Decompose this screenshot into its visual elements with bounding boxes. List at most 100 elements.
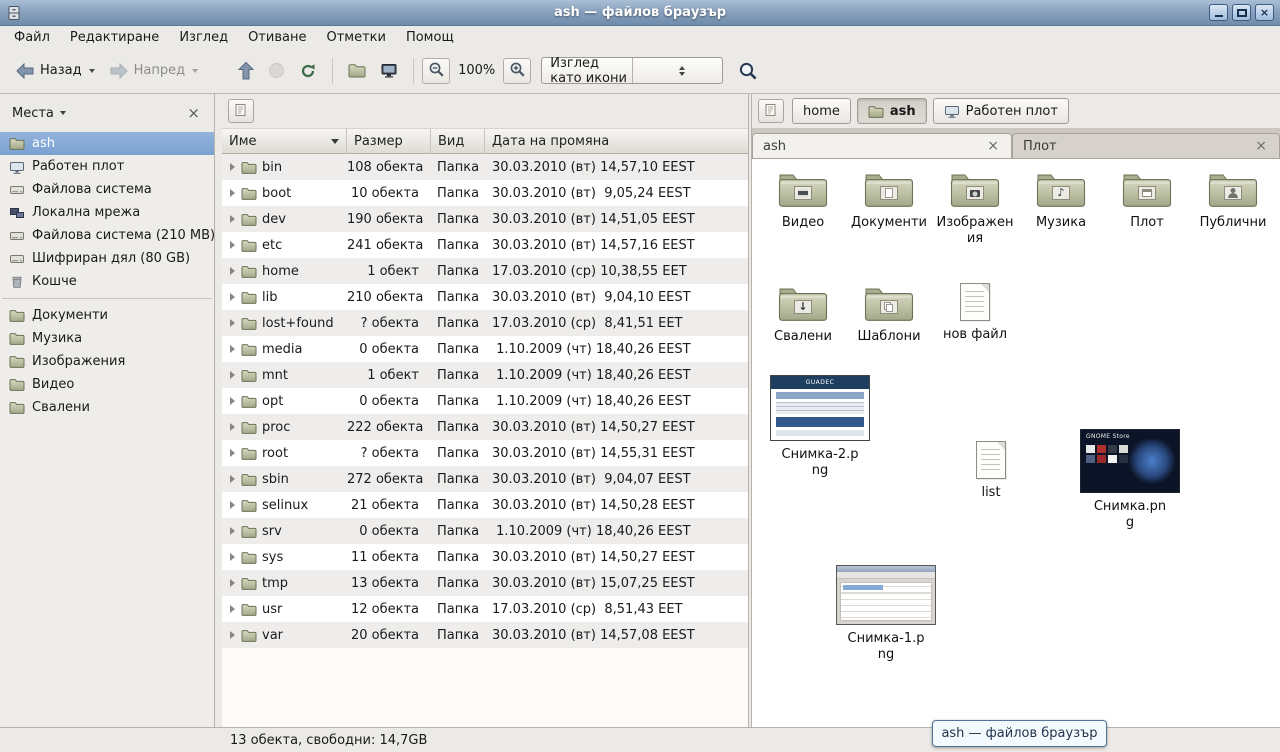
sidebar-item-images[interactable]: Изображения xyxy=(0,350,214,373)
pathbar-button-desktop[interactable]: Работен плот xyxy=(933,98,1069,124)
sidebar-item-home-ash[interactable]: ash xyxy=(0,132,214,155)
list-row-usr[interactable]: usr12 обектаПапка17.03.2010 (ср) 8,51,43… xyxy=(222,596,748,622)
list-row-sys[interactable]: sys11 обектаПапка30.03.2010 (вт) 14,50,2… xyxy=(222,544,748,570)
sidebar-item-filesystem[interactable]: Файлова система xyxy=(0,178,214,201)
list-row-media[interactable]: media0 обектаПапка 1.10.2009 (чт) 18,40,… xyxy=(222,336,748,362)
icon-item-music[interactable]: Музика xyxy=(1018,169,1104,248)
stop-button[interactable] xyxy=(261,57,292,84)
back-button[interactable]: Назад xyxy=(8,58,102,84)
menu-item-bookmarks[interactable]: Отметки xyxy=(316,27,395,48)
list-row-mnt[interactable]: mnt1 обектПапка 1.10.2009 (чт) 18,40,26 … xyxy=(222,362,748,388)
menu-item-go[interactable]: Отиване xyxy=(238,27,316,48)
list-row-opt[interactable]: opt0 обектаПапка 1.10.2009 (чт) 18,40,26… xyxy=(222,388,748,414)
column-header-name[interactable]: Име xyxy=(222,129,347,153)
menu-item-help[interactable]: Помощ xyxy=(396,27,464,48)
pathbar-button-ash[interactable]: ash xyxy=(857,98,927,124)
search-button[interactable] xyxy=(731,56,765,86)
list-row-home[interactable]: home1 обектПапка17.03.2010 (ср) 10,38,55… xyxy=(222,258,748,284)
icon-item-snimka-1[interactable]: Снимка-1.png xyxy=(830,565,942,664)
view-mode-select[interactable]: Изглед като икони xyxy=(541,57,723,84)
tab-close-icon[interactable]: × xyxy=(1253,139,1269,153)
sidebar-item-downloads[interactable]: Свалени xyxy=(0,396,214,419)
pane-splitter-left[interactable] xyxy=(215,94,222,727)
combo-spin-icon[interactable] xyxy=(632,58,723,83)
icon-item-new-file[interactable]: нов файл xyxy=(932,283,1018,345)
column-header-type[interactable]: Вид xyxy=(431,129,485,153)
sidebar-item-video[interactable]: Видео xyxy=(0,373,214,396)
sidebar-item-volume-210mb[interactable]: Файлова система (210 MB) xyxy=(0,224,214,247)
column-header-size[interactable]: Размер xyxy=(347,129,431,153)
column-header-modified[interactable]: Дата на промяна xyxy=(485,129,748,153)
list-row-dev[interactable]: dev190 обектаПапка30.03.2010 (вт) 14,51,… xyxy=(222,206,748,232)
sidebar-item-trash[interactable]: Кошче xyxy=(0,270,214,293)
icon-item-images[interactable]: Изображения xyxy=(932,169,1018,248)
icon-item-snimka[interactable]: GNOME StoreСнимка.png xyxy=(1074,429,1186,532)
icon-item-desktop[interactable]: Плот xyxy=(1104,169,1190,248)
icon-item-video[interactable]: Видео xyxy=(760,169,846,248)
up-button[interactable] xyxy=(231,56,261,85)
list-row-boot[interactable]: boot10 обектаПапка30.03.2010 (вт) 9,05,2… xyxy=(222,180,748,206)
list-row-srv[interactable]: srv0 обектаПапка 1.10.2009 (чт) 18,40,26… xyxy=(222,518,748,544)
sidebar-item-desktop[interactable]: Работен плот xyxy=(0,155,214,178)
list-row-etc[interactable]: etc241 обектаПапка30.03.2010 (вт) 14,57,… xyxy=(222,232,748,258)
expander-icon[interactable] xyxy=(230,449,235,457)
reload-button[interactable] xyxy=(292,57,324,85)
icon-item-public[interactable]: Публични xyxy=(1190,169,1276,248)
tab-close-icon[interactable]: × xyxy=(985,139,1001,153)
home-button[interactable] xyxy=(341,58,373,83)
sidebar-item-network[interactable]: Локална мрежа xyxy=(0,201,214,224)
menu-item-edit[interactable]: Редактиране xyxy=(60,27,169,48)
sidebar-close-button[interactable]: × xyxy=(181,104,206,123)
forward-button[interactable]: Напред xyxy=(102,58,205,84)
expander-icon[interactable] xyxy=(230,475,235,483)
expander-icon[interactable] xyxy=(230,267,235,275)
list-row-selinux[interactable]: selinux21 обектаПапка30.03.2010 (вт) 14,… xyxy=(222,492,748,518)
expander-icon[interactable] xyxy=(230,319,235,327)
list-row-var[interactable]: var20 обектаПапка30.03.2010 (вт) 14,57,0… xyxy=(222,622,748,648)
expander-icon[interactable] xyxy=(230,163,235,171)
minimize-button[interactable] xyxy=(1209,4,1228,21)
icon-item-list[interactable]: list xyxy=(952,441,1030,501)
expander-icon[interactable] xyxy=(230,371,235,379)
tab-desktop[interactable]: Плот× xyxy=(1012,133,1280,158)
zoom-out-button[interactable] xyxy=(422,58,450,84)
expander-icon[interactable] xyxy=(230,293,235,301)
expander-icon[interactable] xyxy=(230,605,235,613)
expander-icon[interactable] xyxy=(230,345,235,353)
location-toggle-button[interactable] xyxy=(228,99,254,123)
expander-icon[interactable] xyxy=(230,527,235,535)
tab-ash[interactable]: ash× xyxy=(752,133,1012,158)
computer-button[interactable] xyxy=(373,58,405,84)
zoom-in-button[interactable] xyxy=(503,58,531,84)
expander-icon[interactable] xyxy=(230,501,235,509)
titlebar[interactable]: ash — файлов браузър × xyxy=(0,0,1280,26)
maximize-button[interactable] xyxy=(1232,4,1251,21)
close-button[interactable]: × xyxy=(1255,4,1274,21)
sidebar-item-encrypted-80gb[interactable]: Шифриран дял (80 GB) xyxy=(0,247,214,270)
list-row-proc[interactable]: proc222 обектаПапка30.03.2010 (вт) 14,50… xyxy=(222,414,748,440)
list-row-bin[interactable]: bin108 обектаПапка30.03.2010 (вт) 14,57,… xyxy=(222,154,748,180)
icon-item-downloads[interactable]: Свалени xyxy=(760,283,846,345)
icon-item-documents[interactable]: Документи xyxy=(846,169,932,248)
expander-icon[interactable] xyxy=(230,579,235,587)
expander-icon[interactable] xyxy=(230,215,235,223)
list-row-root[interactable]: root? обектаПапка30.03.2010 (вт) 14,55,3… xyxy=(222,440,748,466)
sidebar-item-documents[interactable]: Документи xyxy=(0,304,214,327)
expander-icon[interactable] xyxy=(230,423,235,431)
expander-icon[interactable] xyxy=(230,241,235,249)
places-selector[interactable]: Места xyxy=(8,102,70,125)
location-toggle-button-2[interactable] xyxy=(758,99,784,123)
icon-item-snimka-2[interactable]: GUADECСнимка-2.png xyxy=(766,375,874,480)
expander-icon[interactable] xyxy=(230,189,235,197)
menu-item-view[interactable]: Изглед xyxy=(169,27,238,48)
expander-icon[interactable] xyxy=(230,397,235,405)
list-row-lost+found[interactable]: lost+found? обектаПапка17.03.2010 (ср) 8… xyxy=(222,310,748,336)
icon-item-templates[interactable]: Шаблони xyxy=(846,283,932,345)
pathbar-button-home[interactable]: home xyxy=(792,98,851,124)
expander-icon[interactable] xyxy=(230,631,235,639)
menu-item-file[interactable]: Файл xyxy=(4,27,60,48)
expander-icon[interactable] xyxy=(230,553,235,561)
list-row-sbin[interactable]: sbin272 обектаПапка30.03.2010 (вт) 9,04,… xyxy=(222,466,748,492)
sidebar-item-music[interactable]: Музика xyxy=(0,327,214,350)
list-row-lib[interactable]: lib210 обектаПапка30.03.2010 (вт) 9,04,1… xyxy=(222,284,748,310)
